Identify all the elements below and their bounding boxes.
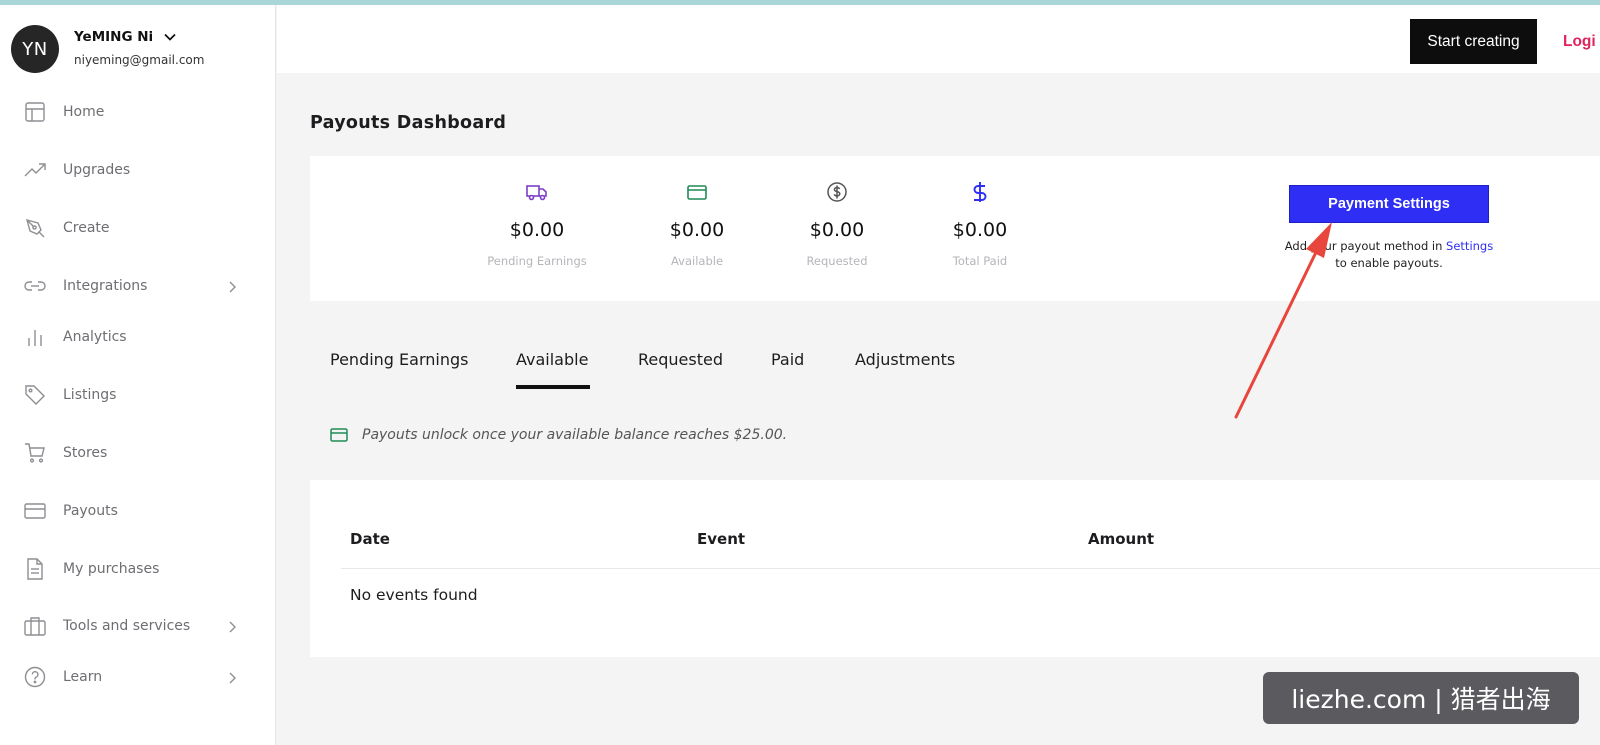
column-header-amount: Amount xyxy=(1088,530,1155,548)
sidebar-item-label: Upgrades xyxy=(63,162,131,178)
sidebar-item-label: Stores xyxy=(63,445,108,461)
empty-state-text: No events found xyxy=(350,586,478,604)
sidebar-item-listings[interactable]: Listings xyxy=(0,375,276,415)
truck-icon xyxy=(525,180,549,204)
avatar[interactable]: YN xyxy=(11,25,59,73)
pen-tool-icon xyxy=(24,217,46,239)
sidebar-item-create[interactable]: Create xyxy=(0,208,276,248)
file-text-icon xyxy=(24,558,46,580)
sidebar-item-my-purchases[interactable]: My purchases xyxy=(0,549,276,589)
notice-text: Payouts unlock once your available balan… xyxy=(362,427,788,443)
shopping-cart-icon xyxy=(24,442,46,464)
active-tab-indicator xyxy=(516,385,590,389)
header-divider xyxy=(341,568,1600,569)
sidebar-item-label: Listings xyxy=(63,387,117,403)
stat-label: Pending Earnings xyxy=(487,254,587,268)
credit-card-icon xyxy=(24,500,46,522)
stat-value: $0.00 xyxy=(809,219,865,241)
chevron-right-icon[interactable] xyxy=(226,279,238,293)
watermark: liezhe.com | 猎者出海 xyxy=(1263,672,1579,724)
stat-label: Requested xyxy=(806,254,868,268)
stat-pending-earnings: $0.00 Pending Earnings xyxy=(467,156,607,301)
layout-icon xyxy=(24,101,46,123)
column-header-event: Event xyxy=(697,530,746,548)
sidebar: YN YeMING Ni niyeming@gmail.com Home Upg… xyxy=(0,5,276,745)
tag-icon xyxy=(24,384,46,406)
sidebar-item-label: Learn xyxy=(63,669,103,685)
stat-value: $0.00 xyxy=(509,219,565,241)
sidebar-item-upgrades[interactable]: Upgrades xyxy=(0,150,276,190)
sidebar-item-home[interactable]: Home xyxy=(0,92,276,132)
sidebar-item-label: Tools and services xyxy=(63,618,191,634)
profile-email: niyeming@gmail.com xyxy=(74,53,205,67)
sidebar-item-analytics[interactable]: Analytics xyxy=(0,317,276,357)
sidebar-item-label: Home xyxy=(63,104,105,120)
sidebar-item-label: Payouts xyxy=(63,503,118,519)
stat-label: Total Paid xyxy=(952,254,1008,268)
sidebar-item-stores[interactable]: Stores xyxy=(0,433,276,473)
stat-available: $0.00 Available xyxy=(627,156,767,301)
tab-pending-earnings[interactable]: Pending Earnings xyxy=(330,350,468,369)
credit-card-icon xyxy=(330,427,348,443)
payment-settings-button[interactable]: Payment Settings xyxy=(1289,185,1489,223)
sidebar-item-label: Integrations xyxy=(63,278,148,294)
events-table: Date Event Amount No events found xyxy=(310,480,1600,657)
sidebar-item-learn[interactable]: Learn xyxy=(0,657,276,697)
stat-total-paid: $0.00 Total Paid xyxy=(910,156,1050,301)
profile-name[interactable]: YeMING Ni xyxy=(74,29,176,45)
chevron-right-icon[interactable] xyxy=(226,670,238,684)
stat-requested: $0.00 Requested xyxy=(767,156,907,301)
column-header-date: Date xyxy=(350,530,390,548)
profile-menu[interactable]: YN YeMING Ni niyeming@gmail.com xyxy=(11,25,261,77)
sidebar-item-label: My purchases xyxy=(63,561,160,577)
link-icon xyxy=(24,275,46,297)
payout-note-start: Add your payout method in xyxy=(1284,239,1447,253)
dollar-circle-icon xyxy=(825,180,849,204)
tab-adjustments[interactable]: Adjustments xyxy=(855,350,955,369)
tab-requested[interactable]: Requested xyxy=(638,350,723,369)
tab-paid[interactable]: Paid xyxy=(771,350,804,369)
stat-value: $0.00 xyxy=(952,219,1008,241)
start-creating-button[interactable]: Start creating xyxy=(1410,19,1537,64)
dollar-sign-icon xyxy=(968,180,992,204)
settings-link[interactable]: Settings xyxy=(1446,239,1493,253)
profile-name-label: YeMING Ni xyxy=(74,29,154,45)
sidebar-item-label: Create xyxy=(63,220,110,236)
bar-chart-icon xyxy=(24,326,46,348)
sidebar-item-tools-and-services[interactable]: Tools and services xyxy=(0,606,276,646)
credit-card-icon xyxy=(685,180,709,204)
payout-method-note: Add your payout method in Settings to en… xyxy=(1278,238,1500,272)
stat-label: Available xyxy=(670,254,724,268)
sidebar-item-payouts[interactable]: Payouts xyxy=(0,491,276,531)
chevron-right-icon[interactable] xyxy=(226,619,238,633)
help-circle-icon xyxy=(24,666,46,688)
payout-note-end: to enable payouts. xyxy=(1335,256,1443,270)
top-header: Start creating Logi xyxy=(277,5,1600,73)
login-link[interactable]: Logi xyxy=(1563,33,1596,51)
stat-value: $0.00 xyxy=(669,219,725,241)
sidebar-item-label: Analytics xyxy=(63,329,127,345)
trending-up-icon xyxy=(24,159,46,181)
sidebar-item-integrations[interactable]: Integrations xyxy=(0,266,276,306)
page-title: Payouts Dashboard xyxy=(310,113,507,133)
chevron-down-icon[interactable] xyxy=(164,29,176,45)
briefcase-icon xyxy=(24,615,46,637)
tab-available[interactable]: Available xyxy=(516,350,588,369)
stats-card: $0.00 Pending Earnings $0.00 Available $… xyxy=(310,156,1600,301)
